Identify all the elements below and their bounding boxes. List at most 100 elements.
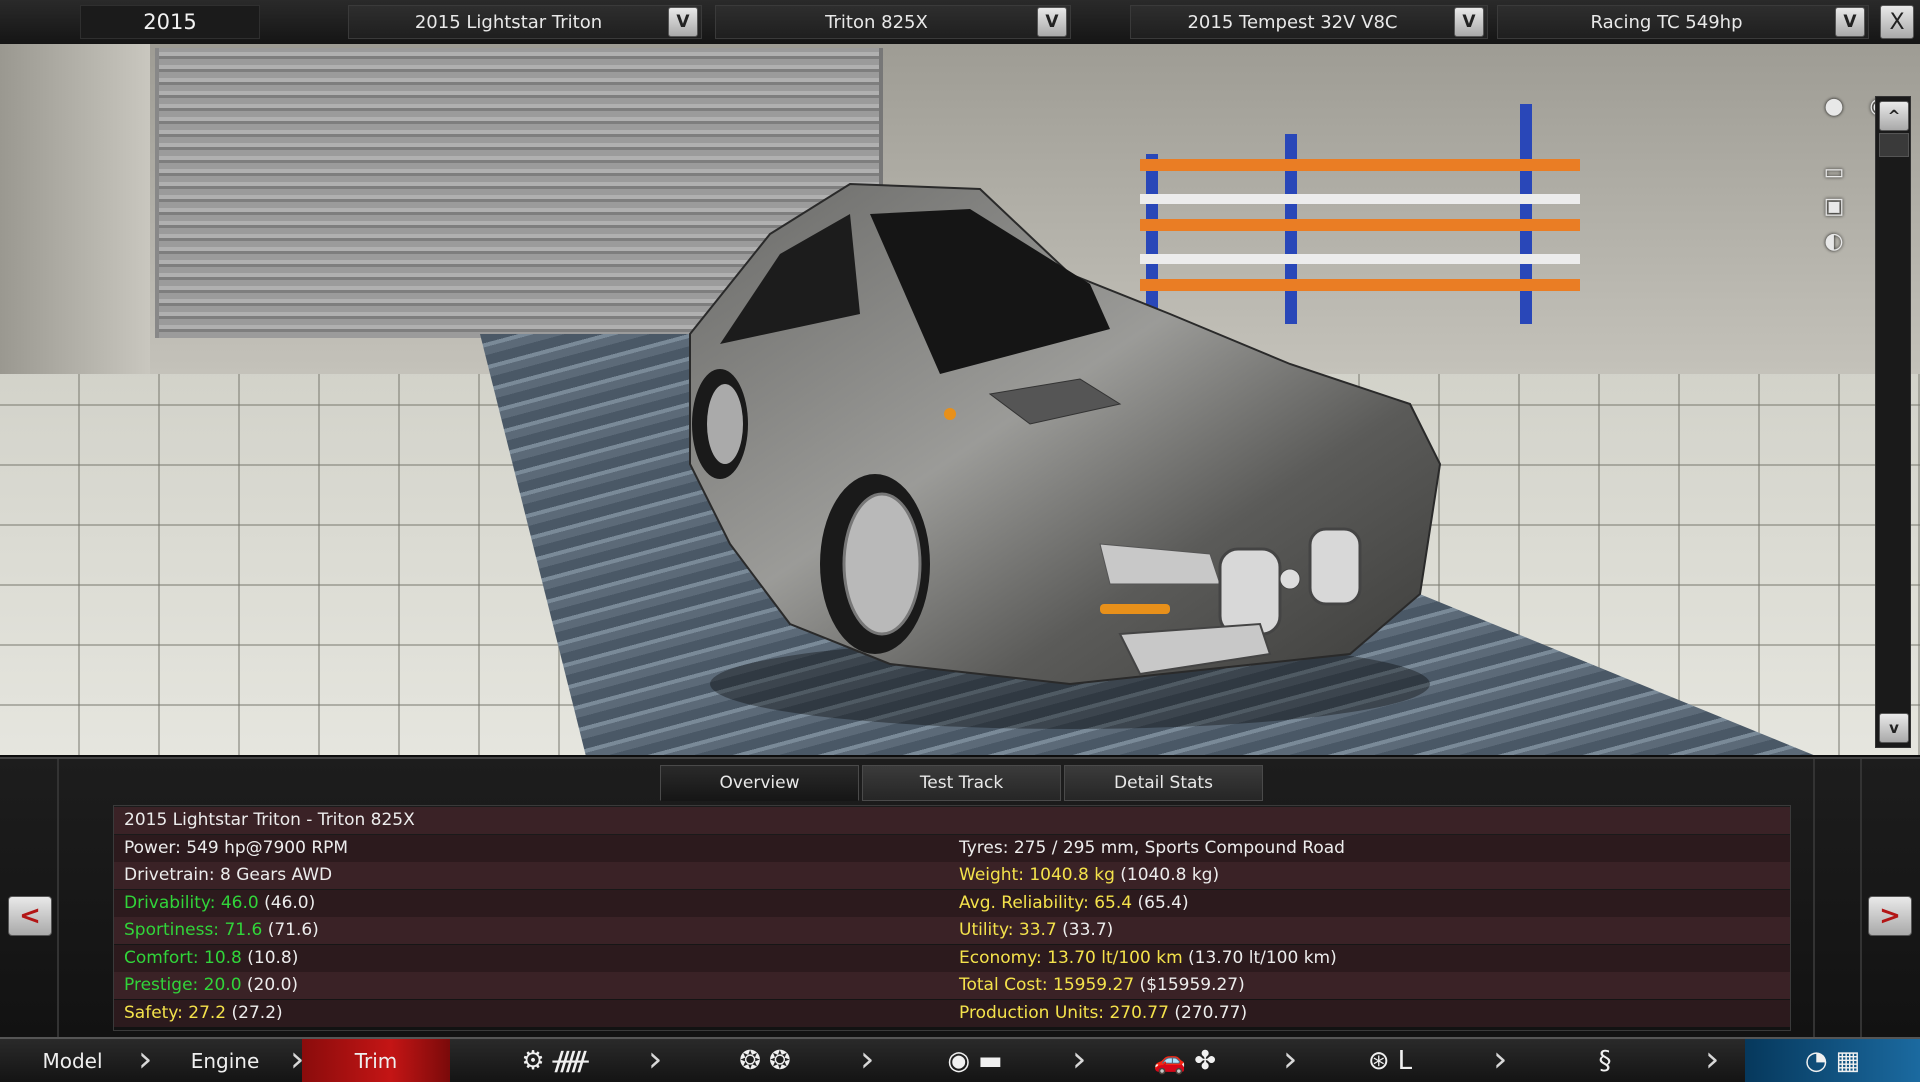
- seat-icon: L: [1397, 1045, 1413, 1076]
- tab-detail-stats[interactable]: Detail Stats: [1064, 765, 1263, 801]
- zoom-scrollbar[interactable]: ^ v: [1875, 96, 1911, 748]
- nav-chassis[interactable]: ◉ ▬: [930, 1039, 1020, 1082]
- gearbox-icon: ᚏ: [552, 1045, 589, 1076]
- model-family-label: 2015 Lightstar Triton: [414, 11, 603, 33]
- stats-right-cell: Total Cost: 15959.27 ($15959.27): [959, 972, 1245, 999]
- chassis-icon: ▬: [978, 1045, 1003, 1076]
- nav-suspension[interactable]: §: [1570, 1039, 1640, 1082]
- stats-left-cell: Drivability: 46.0 (46.0): [124, 890, 315, 917]
- car-model[interactable]: [650, 164, 1450, 744]
- chevron-right-icon: ›: [1705, 1039, 1720, 1080]
- stats-left-cell: Safety: 27.2 (27.2): [124, 1000, 283, 1027]
- stat-value: Economy: 13.70 lt/100 km: [959, 947, 1183, 968]
- stat-extra: (1040.8 kg): [1114, 865, 1220, 885]
- engine-variant-label: Racing TC 549hp: [1590, 11, 1743, 33]
- car-render: [689, 182, 1442, 729]
- stats-right-cell: Tyres: 275 / 295 mm, Sports Compound Roa…: [959, 835, 1345, 862]
- scroll-down-button[interactable]: v: [1879, 713, 1909, 743]
- chevron-down-icon[interactable]: V: [668, 7, 698, 37]
- nav-engine[interactable]: Engine: [155, 1039, 295, 1082]
- stat-value: Avg. Reliability: 65.4: [959, 892, 1133, 913]
- stat-value: Production Units: 270.77: [959, 1002, 1169, 1023]
- stat-extra: (270.77): [1168, 1002, 1248, 1023]
- gear-icon: ⚙: [521, 1045, 545, 1076]
- model-trim-label: Triton 825X: [825, 11, 928, 33]
- stat-extra: (71.6): [262, 920, 319, 940]
- stat-value: Tyres: 275 / 295 mm, Sports Compound Roa…: [959, 837, 1345, 858]
- stat-extra: (13.70 lt/100 km): [1182, 947, 1337, 968]
- stats-right-cell: Production Units: 270.77 (270.77): [959, 1000, 1247, 1027]
- chevron-right-icon: ›: [138, 1039, 153, 1080]
- view-mode-icons: ● ◉ ▭ ▣ ◐: [1800, 94, 1889, 294]
- car-3d-viewport[interactable]: ● ◉ ▭ ▣ ◐ ^ v ✕: [0, 44, 1920, 755]
- camera-icon[interactable]: ●: [1810, 94, 1858, 122]
- stat-value: Comfort: 10.8: [124, 947, 242, 968]
- bottom-nav: Model › Engine › Trim ⚙ ᚏ › ❂ ❂ › ◉ ▬ › …: [0, 1037, 1920, 1082]
- chevron-down-icon[interactable]: V: [1835, 7, 1865, 37]
- nav-body[interactable]: 🚗 ✤: [1110, 1039, 1260, 1082]
- nav-wheels[interactable]: ❂ ❂: [725, 1039, 805, 1082]
- close-button[interactable]: X: [1880, 5, 1914, 39]
- scroll-thumb[interactable]: [1879, 133, 1909, 157]
- stat-value: Drivability: 46.0: [124, 892, 259, 913]
- chevron-right-icon: ›: [1072, 1039, 1087, 1080]
- stats-right-cell: Utility: 33.7 (33.7): [959, 917, 1113, 944]
- top-bar: 2015 2015 Lightstar Triton V Triton 825X…: [0, 0, 1920, 45]
- engine-family-selector[interactable]: 2015 Tempest 32V V8C V: [1130, 5, 1488, 39]
- tab-overview[interactable]: Overview: [660, 765, 859, 801]
- garage-left-wall: [0, 44, 150, 374]
- chevron-right-icon: ›: [1493, 1039, 1508, 1080]
- stat-extra: ($15959.27): [1134, 975, 1245, 995]
- stats-left-cell: Drivetrain: 8 Gears AWD: [124, 862, 332, 889]
- car-front-view-icon[interactable]: ▣: [1810, 194, 1858, 222]
- model-trim-selector[interactable]: Triton 825X V: [715, 5, 1071, 39]
- steering-wheel-icon: ⊛: [1367, 1045, 1390, 1076]
- checkered-flag-icon: ▦: [1835, 1045, 1861, 1076]
- nav-trim[interactable]: Trim: [302, 1039, 450, 1082]
- nav-interior[interactable]: ⊛ L: [1350, 1039, 1430, 1082]
- stats-row: Safety: 27.2 (27.2) Production Units: 270…: [114, 999, 1790, 1027]
- info-panel: Overview Test Track Detail Stats < > 201…: [0, 757, 1920, 1039]
- wheel-icon: ❂: [769, 1045, 791, 1076]
- nav-model[interactable]: Model: [0, 1039, 145, 1082]
- stats-row: Prestige: 20.0 (20.0) Total Cost: 15959.2…: [114, 972, 1790, 999]
- chevron-right-icon: ›: [1283, 1039, 1298, 1080]
- info-tabs: Overview Test Track Detail Stats: [660, 765, 1263, 801]
- stats-row: Sportiness: 71.6 (71.6) Utility: 33.7 (33…: [114, 917, 1790, 944]
- stat-extra: (20.0): [241, 975, 299, 995]
- panel-divider: [1813, 759, 1815, 1039]
- stats-right-cell: Avg. Reliability: 65.4 (65.4): [959, 890, 1189, 917]
- reset-view-icon[interactable]: ✕: [1872, 750, 1916, 755]
- stat-extra: (33.7): [1056, 920, 1114, 940]
- stat-value: Sportiness: 71.6: [124, 920, 263, 940]
- stats-row: Drivetrain: 8 Gears AWD Weight: 1040.8 kg…: [114, 862, 1790, 889]
- panel-divider: [57, 759, 59, 1039]
- stats-left-cell: Sportiness: 71.6 (71.6): [124, 917, 319, 944]
- nav-gearbox[interactable]: ⚙ ᚏ: [515, 1039, 595, 1082]
- stat-value: Weight: 1040.8 kg: [959, 865, 1115, 885]
- engine-family-label: 2015 Tempest 32V V8C: [1187, 11, 1398, 33]
- stat-value: Drivetrain: 8 Gears AWD: [124, 865, 333, 885]
- stats-left-cell: Comfort: 10.8 (10.8): [124, 945, 298, 972]
- model-family-selector[interactable]: 2015 Lightstar Triton V: [348, 5, 702, 39]
- next-button[interactable]: >: [1868, 896, 1912, 936]
- stats-row: 2015 Lightstar Triton - Triton 825X: [114, 807, 1790, 834]
- brake-icon: ◉: [947, 1045, 971, 1076]
- tab-test-track[interactable]: Test Track: [862, 765, 1061, 801]
- chevron-down-icon[interactable]: V: [1037, 7, 1067, 37]
- speed-gauge-icon: ◔: [1804, 1045, 1828, 1076]
- engine-variant-selector[interactable]: Racing TC 549hp V: [1497, 5, 1869, 39]
- car-side-view-icon[interactable]: ▭: [1810, 160, 1858, 188]
- stats-left-cell: 2015 Lightstar Triton - Triton 825X: [124, 807, 415, 834]
- stat-extra: (10.8): [241, 947, 299, 968]
- chevron-down-icon[interactable]: V: [1454, 7, 1484, 37]
- stat-extra: (65.4): [1132, 892, 1189, 913]
- year-display: 2015: [80, 5, 260, 39]
- nav-final[interactable]: ◔ ▦: [1745, 1039, 1920, 1082]
- previous-button[interactable]: <: [8, 896, 52, 936]
- car-top-view-icon[interactable]: ◐: [1810, 229, 1858, 257]
- stat-value: 2015 Lightstar Triton - Triton 825X: [124, 810, 415, 830]
- stats-right-cell: Economy: 13.70 lt/100 km (13.70 lt/100 k…: [959, 945, 1337, 972]
- stats-row: Power: 549 hp@7900 RPM Tyres: 275 / 295 m…: [114, 834, 1790, 862]
- scroll-up-button[interactable]: ^: [1879, 101, 1909, 131]
